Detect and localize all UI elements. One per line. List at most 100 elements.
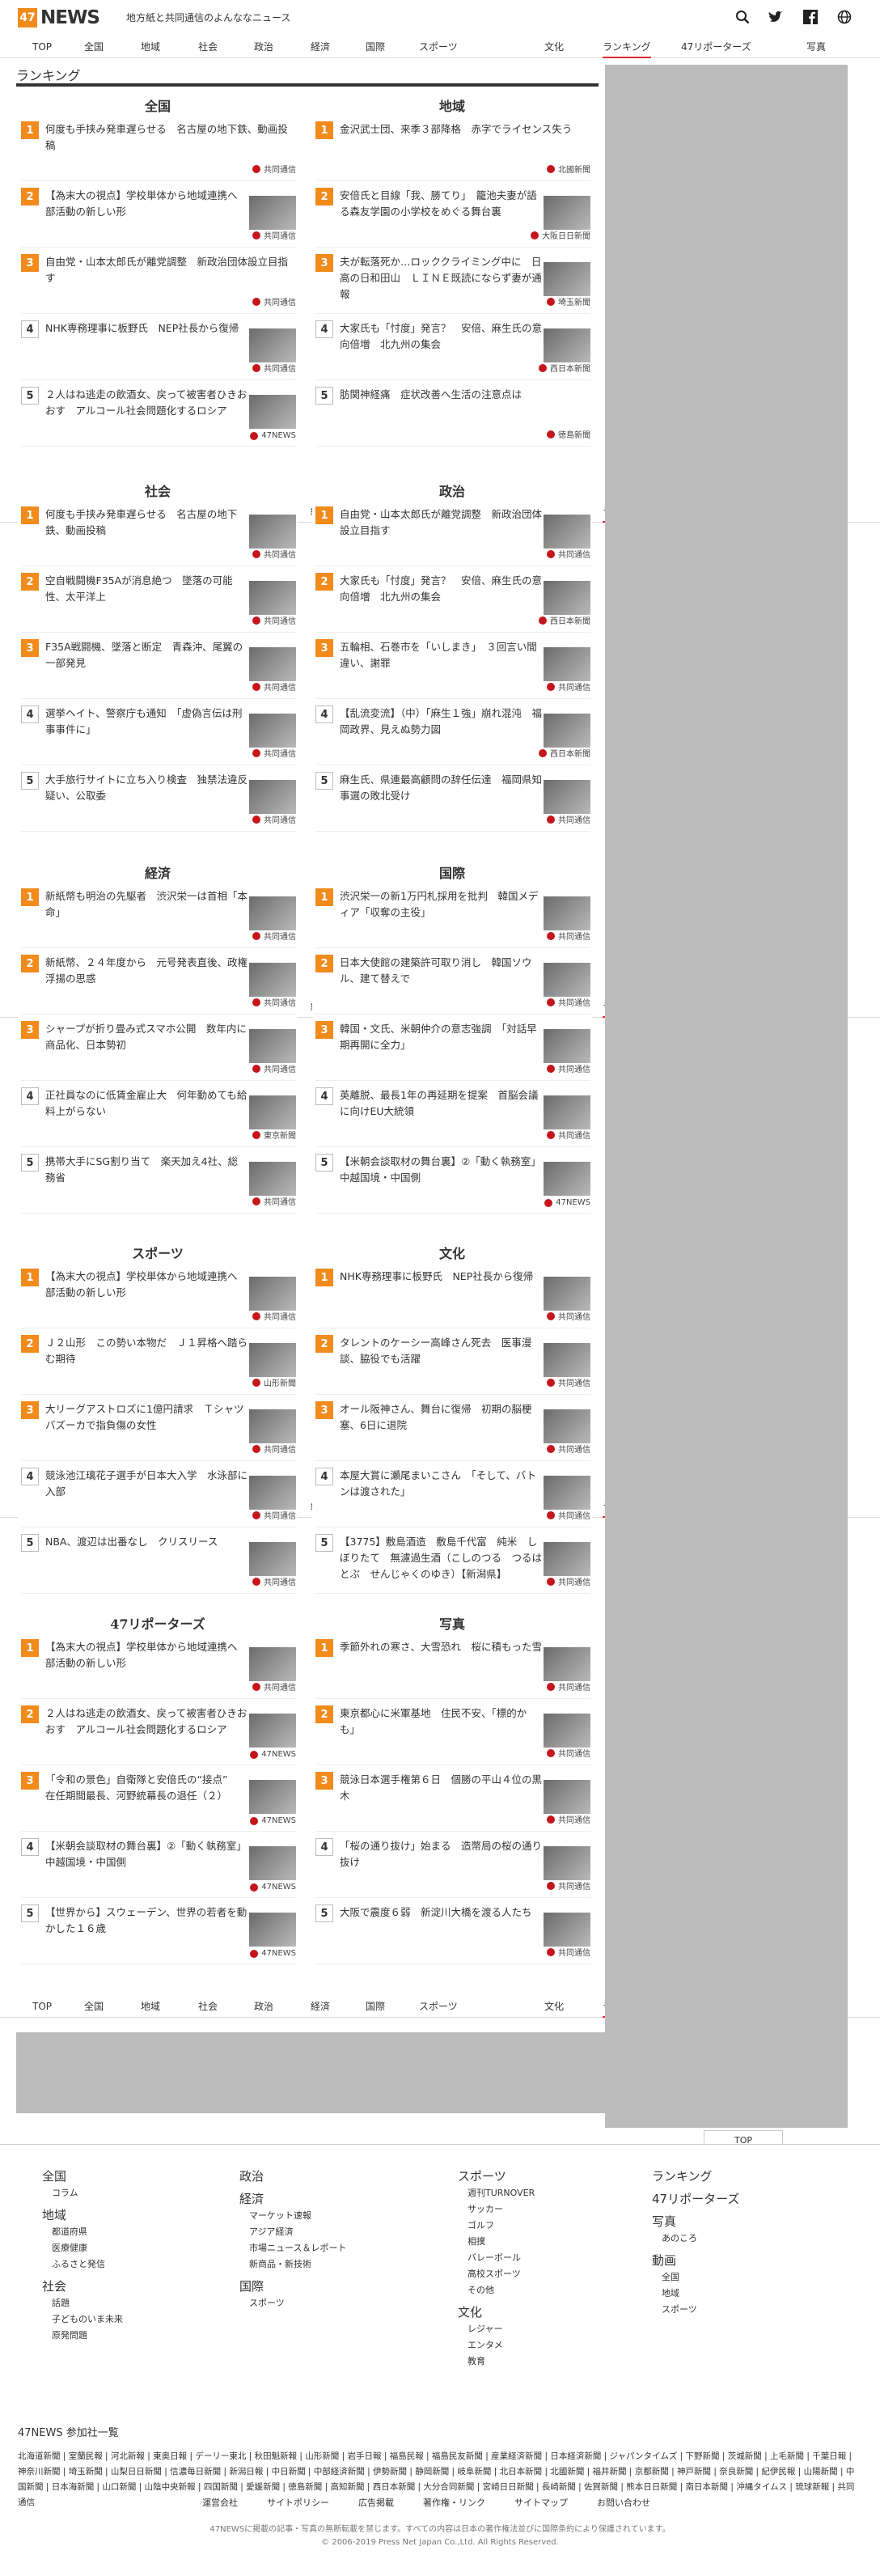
ranking-item-title[interactable]: NBA、渡辺は出番なし クリスリース <box>45 1534 248 1550</box>
ranking-item[interactable]: 3 夫が転落死か…ロッククライミング中に 日高の日和田山 ＬＩＮＥ既読にならず妻が… <box>315 254 590 314</box>
ranking-item[interactable]: 3 大リーグアストロズに1億円請求 Ｔシャツバズーカで指負傷の女性 共同通信 <box>21 1401 296 1461</box>
footer-link[interactable]: 政治 <box>239 2167 346 2185</box>
article-thumbnail[interactable] <box>544 1913 590 1947</box>
ranking-item-title[interactable]: 新紙幣も明治の先駆者 渋沢栄一は首相「本命」 <box>45 888 248 921</box>
article-thumbnail[interactable] <box>249 1542 296 1576</box>
ranking-item-title[interactable]: 正社員なのに低賃金雇止大 何年勤めても給料上がらない <box>45 1087 248 1120</box>
nav-item[interactable]: TOP <box>32 1995 52 2018</box>
article-thumbnail[interactable] <box>249 581 296 615</box>
nav-item[interactable]: 国際 <box>366 1995 385 2018</box>
ranking-item-title[interactable]: 選挙ヘイト、警察庁も通知 「虚偽言伝は刑事事件に」 <box>45 705 248 738</box>
ranking-item[interactable]: 1 新紙幣も明治の先駆者 渋沢栄一は首相「本命」 共同通信 <box>21 888 296 948</box>
article-thumbnail[interactable] <box>249 1029 296 1063</box>
footer-bottom-link[interactable]: サイトマップ <box>514 2496 568 2509</box>
ranking-item[interactable]: 5 大手旅行サイトに立ち入り検査 独禁法違反疑い、公取委 共同通信 <box>21 772 296 832</box>
footer-sublink[interactable]: 原発問題 <box>52 2328 123 2344</box>
ranking-item-title[interactable]: オール阪神さん、舞台に復帰 初期の脳梗塞、6日に退院 <box>340 1401 542 1434</box>
footer-sublink[interactable]: 都道府県 <box>52 2224 123 2240</box>
ranking-item-title[interactable]: 本屋大賞に瀬尾まいこさん 「そして、バトンは渡された」 <box>340 1468 542 1500</box>
footer-sublink[interactable]: ゴルフ <box>468 2218 535 2234</box>
ranking-item-title[interactable]: 肪関神経痛 症状改善へ生活の注意点は <box>340 387 582 403</box>
article-thumbnail[interactable] <box>544 1409 590 1443</box>
article-thumbnail[interactable] <box>544 896 590 930</box>
category-heading[interactable]: 経済 <box>18 862 298 882</box>
article-thumbnail[interactable] <box>249 515 296 549</box>
article-thumbnail[interactable] <box>249 1647 296 1681</box>
category-heading[interactable]: 写真 <box>312 1613 592 1633</box>
article-thumbnail[interactable] <box>249 196 296 230</box>
ranking-item-title[interactable]: 自由党・山本太郎氏が離党調整 新政治団体設立目指す <box>45 254 288 286</box>
ranking-item-title[interactable]: 金沢武士団、来季３部降格 赤字でライセンス失う <box>340 121 582 138</box>
ranking-item[interactable]: 3 「令和の景色」自衛隊と安倍氏の“接点” 在任期間最長、河野統幕長の退任（２） 4… <box>21 1772 296 1832</box>
footer-sublink[interactable]: 地域 <box>662 2286 739 2302</box>
article-thumbnail[interactable] <box>544 196 590 230</box>
category-heading[interactable]: 文化 <box>312 1243 592 1262</box>
category-heading[interactable]: 地域 <box>312 95 592 115</box>
facebook-icon[interactable] <box>801 7 820 27</box>
ranking-item[interactable]: 3 オール阪神さん、舞台に復帰 初期の脳梗塞、6日に退院 共同通信 <box>315 1401 590 1461</box>
ranking-item[interactable]: 3 自由党・山本太郎氏が離党調整 新政治団体設立目指す 共同通信 <box>21 254 296 314</box>
footer-sublink[interactable]: あのころ <box>662 2231 739 2247</box>
ranking-item-title[interactable]: 新紙幣、２４年度から 元号発表直後、政権浮揚の思惑 <box>45 955 248 987</box>
article-thumbnail[interactable] <box>544 780 590 814</box>
ranking-item-title[interactable]: 東京都心に米軍基地 住民不安、「標的かも」 <box>340 1705 542 1738</box>
footer-link[interactable]: ランキング <box>652 2167 739 2185</box>
article-thumbnail[interactable] <box>249 1913 296 1947</box>
ranking-item-title[interactable]: 【為末大の視点】学校単体から地域連携へ 部活動の新しい形 <box>45 188 248 220</box>
ranking-item[interactable]: 5 【米朝会談取材の舞台裏】②「動く執務室」 中越国境・中国側 47NEWS <box>315 1154 590 1214</box>
article-thumbnail[interactable] <box>249 896 296 930</box>
ranking-item[interactable]: 2 安倍氏と目線「我、勝てり」 籠池夫妻が語る森友学園の小学校をめぐる舞台裏 大阪日… <box>315 188 590 248</box>
ranking-item[interactable]: 3 F35A戦闘機、墜落と断定 青森沖、尾翼の一部発見 共同通信 <box>21 639 296 699</box>
footer-sublink[interactable]: 新商品・新技術 <box>249 2256 346 2273</box>
ranking-item-title[interactable]: 大手旅行サイトに立ち入り検査 独禁法違反疑い、公取委 <box>45 772 248 804</box>
ranking-item[interactable]: 1 季節外れの寒さ、大雪恐れ 桜に積もった雪 共同通信 <box>315 1639 590 1699</box>
ranking-item[interactable]: 3 五輪相、石巻市を「いしまき」 ３回言い間違い、謝罪 共同通信 <box>315 639 590 699</box>
globe-icon[interactable] <box>835 7 854 27</box>
ranking-item-title[interactable]: シャープが折り畳み式スマホ公開 数年内に商品化、日本勢初 <box>45 1021 248 1053</box>
ranking-item-title[interactable]: 自由党・山本太郎氏が離党調整 新政治団体設立目指す <box>340 506 542 539</box>
ranking-item-title[interactable]: 大阪で震度６弱 新淀川大橋を渡る人たち <box>340 1904 542 1921</box>
nav-item[interactable]: スポーツ <box>419 36 458 58</box>
footer-sublink[interactable]: その他 <box>468 2282 535 2298</box>
footer-bottom-link[interactable]: サイトポリシー <box>267 2496 329 2509</box>
footer-sublink[interactable]: コラム <box>52 2185 123 2201</box>
footer-sublink[interactable]: 医療健康 <box>52 2240 123 2256</box>
article-thumbnail[interactable] <box>544 581 590 615</box>
ranking-item[interactable]: 4 【乱流変流】（中）「麻生１強」崩れ混沌 福岡政界、見えぬ勢力図 西日本新聞 <box>315 705 590 765</box>
article-thumbnail[interactable] <box>249 1343 296 1377</box>
ranking-item-title[interactable]: 大家氏も「忖度」発言？ 安倍、麻生氏の意向倍増 北九州の集会 <box>340 320 542 353</box>
article-thumbnail[interactable] <box>249 714 296 748</box>
footer-link[interactable]: 全国 <box>42 2167 123 2185</box>
ranking-item[interactable]: 5 NBA、渡辺は出番なし クリスリース 共同通信 <box>21 1534 296 1594</box>
article-thumbnail[interactable] <box>249 963 296 997</box>
ranking-item-title[interactable]: ２人はね逃走の飲酒女、戻って被害者ひきおおす アルコール社会問題化するロシア <box>45 1705 248 1738</box>
footer-link[interactable]: 社会 <box>42 2277 123 2295</box>
footer-sublink[interactable]: 話題 <box>52 2295 123 2311</box>
footer-sublink[interactable]: スポーツ <box>662 2302 739 2318</box>
footer-link[interactable]: 地域 <box>42 2206 123 2224</box>
ranking-item[interactable]: 2 新紙幣、２４年度から 元号発表直後、政権浮揚の思惑 共同通信 <box>21 955 296 1015</box>
ranking-item-title[interactable]: 何度も手挟み発車遅らせる 名古屋の地下鉄、動画投稿 <box>45 506 248 539</box>
ranking-item-title[interactable]: タレントのケーシー高峰さん死去 医事漫談、脇役でも活躍 <box>340 1335 542 1367</box>
footer-bottom-link[interactable]: 運営会社 <box>202 2496 238 2509</box>
category-heading[interactable]: スポーツ <box>18 1243 298 1262</box>
footer-sublink[interactable]: 相撲 <box>468 2234 535 2250</box>
ranking-item[interactable]: 3 韓国・文氏、米朝仲介の意志強調 「対話早期再開に全力」 共同通信 <box>315 1021 590 1081</box>
ranking-item[interactable]: 1 自由党・山本太郎氏が離党調整 新政治団体設立目指す 共同通信 <box>315 506 590 566</box>
footer-link[interactable]: 文化 <box>458 2303 535 2321</box>
ranking-item[interactable]: 5 【3775】敷島酒造 敷島千代富 純米 しぼりたて 無濾過生酒（こしのつる つ… <box>315 1534 590 1594</box>
footer-link[interactable]: 写真 <box>652 2213 739 2231</box>
ranking-item[interactable]: 1 渋沢栄一の新1万円札採用を批判 韓国メディア「収奪の主役」 共同通信 <box>315 888 590 948</box>
article-thumbnail[interactable] <box>249 1095 296 1129</box>
footer-sublink[interactable]: エンタメ <box>468 2337 535 2354</box>
article-thumbnail[interactable] <box>544 1029 590 1063</box>
ranking-item[interactable]: 1 金沢武士団、来季３部降格 赤字でライセンス失う 北國新聞 <box>315 121 590 181</box>
footer-sublink[interactable]: 市場ニュース＆レポート <box>249 2240 346 2256</box>
ranking-item[interactable]: 5 ２人はね逃走の飲酒女、戻って被害者ひきおおす アルコール社会問題化するロシア 4… <box>21 387 296 447</box>
ranking-item[interactable]: 3 シャープが折り畳み式スマホ公開 数年内に商品化、日本勢初 共同通信 <box>21 1021 296 1081</box>
article-thumbnail[interactable] <box>544 1476 590 1510</box>
ranking-item-title[interactable]: 【3775】敷島酒造 敷島千代富 純米 しぼりたて 無濾過生酒（こしのつる つる… <box>340 1534 542 1582</box>
article-thumbnail[interactable] <box>544 1714 590 1748</box>
footer-sublink[interactable]: サッカー <box>468 2201 535 2218</box>
nav-item[interactable]: 社会 <box>198 1995 218 2018</box>
